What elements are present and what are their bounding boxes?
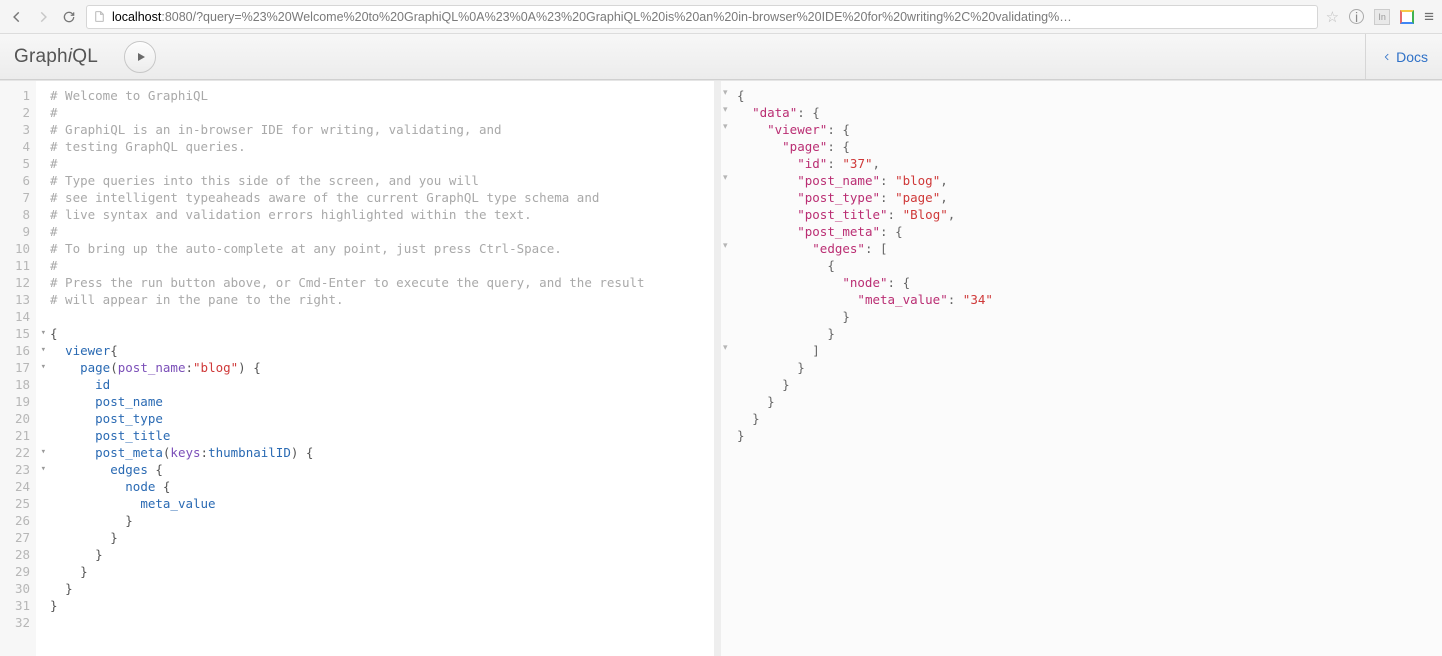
- url-path: :8080/?query=%23%20Welcome%20to%20Graphi…: [161, 10, 1071, 24]
- address-bar[interactable]: localhost:8080/?query=%23%20Welcome%20to…: [86, 5, 1318, 29]
- back-button[interactable]: [8, 8, 26, 26]
- run-query-button[interactable]: [124, 41, 156, 73]
- info-icon[interactable]: i: [1349, 9, 1364, 24]
- page-icon: [93, 10, 106, 23]
- docs-label: Docs: [1396, 49, 1428, 65]
- extension-icon-2[interactable]: [1400, 10, 1414, 24]
- bookmark-star-icon[interactable]: ☆: [1326, 8, 1339, 26]
- extension-icon[interactable]: In: [1374, 9, 1390, 25]
- graphiql-logo: GraphiQL: [14, 46, 98, 68]
- docs-toggle[interactable]: Docs: [1365, 34, 1428, 79]
- editor-panes: 1234567891011121314151617181920212223242…: [0, 80, 1442, 656]
- forward-button[interactable]: [34, 8, 52, 26]
- browser-chrome: localhost:8080/?query=%23%20Welcome%20to…: [0, 0, 1442, 34]
- hamburger-menu-icon[interactable]: ≡: [1424, 7, 1434, 27]
- line-number-gutter: 1234567891011121314151617181920212223242…: [0, 81, 36, 656]
- result-pane: ▾▾▾▾▾▾ { "data": { "viewer": { "page": {…: [721, 81, 1442, 656]
- query-editor-pane[interactable]: 1234567891011121314151617181920212223242…: [0, 81, 721, 656]
- graphiql-toolbar: GraphiQL Docs: [0, 34, 1442, 80]
- url-host: localhost: [112, 10, 161, 24]
- result-viewer[interactable]: { "data": { "viewer": { "page": { "id": …: [721, 81, 1442, 450]
- reload-button[interactable]: [60, 8, 78, 26]
- query-editor[interactable]: # Welcome to GraphiQL # # GraphiQL is an…: [36, 81, 714, 656]
- result-fold-gutter: ▾▾▾▾▾▾: [721, 81, 733, 656]
